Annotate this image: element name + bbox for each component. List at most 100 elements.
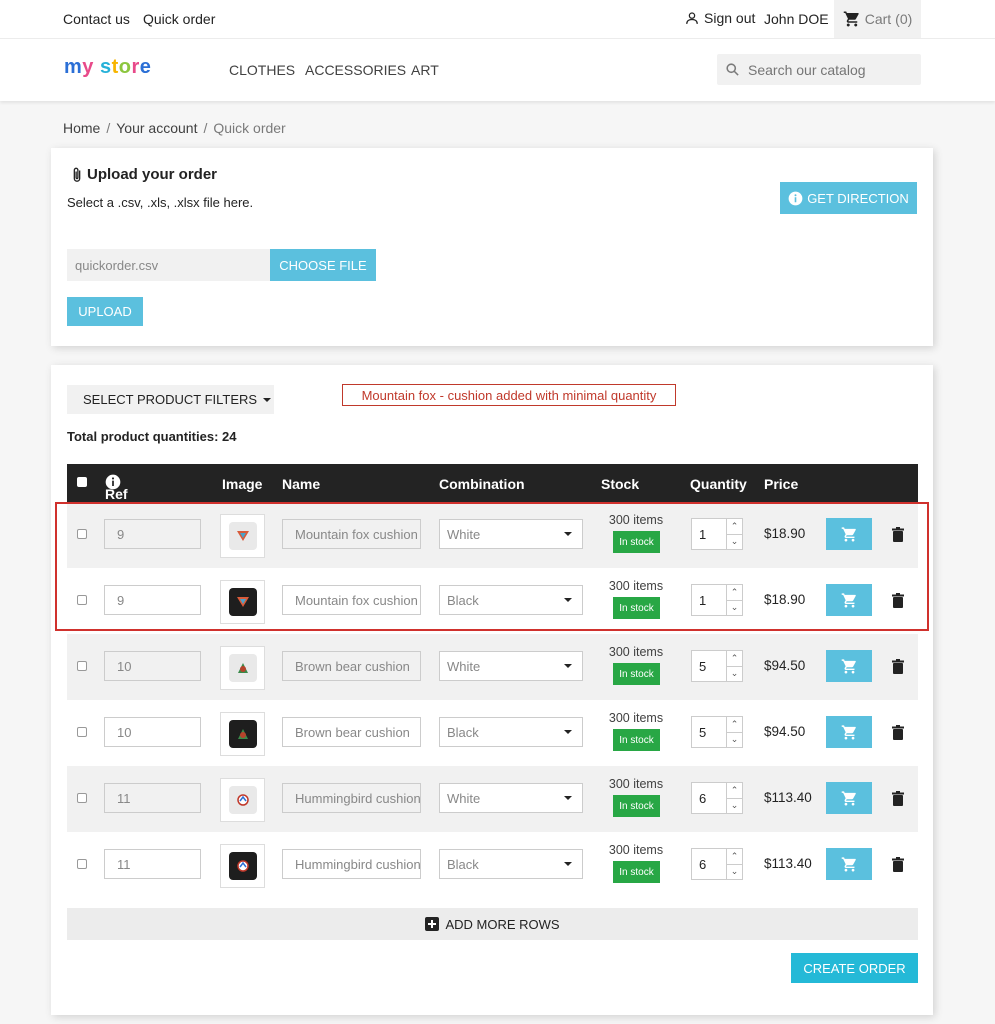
chevron-up-icon[interactable]: ⌃: [727, 651, 742, 667]
upload-button[interactable]: UPLOAD: [67, 297, 143, 326]
get-direction-button[interactable]: GET DIRECTION: [780, 182, 917, 214]
caret-down-icon: [564, 796, 572, 800]
chevron-up-icon[interactable]: ⌃: [727, 783, 742, 799]
ref-input[interactable]: 11: [104, 849, 201, 879]
select-all-checkbox[interactable]: [77, 477, 87, 487]
stock-count: 300 items: [608, 843, 664, 857]
column-combination: Combination: [439, 476, 525, 492]
add-to-cart-button[interactable]: [826, 716, 872, 748]
add-to-cart-button[interactable]: [826, 782, 872, 814]
chevron-down-icon[interactable]: ⌄: [727, 667, 742, 682]
quantity-stepper[interactable]: 6 ⌃ ⌄: [691, 848, 743, 880]
in-stock-badge: In stock: [613, 663, 660, 685]
trash-icon: [892, 658, 904, 674]
column-stock: Stock: [601, 476, 640, 492]
chevron-up-icon[interactable]: ⌃: [727, 849, 742, 865]
chevron-down-icon[interactable]: ⌄: [727, 733, 742, 748]
column-image: Image: [222, 476, 263, 492]
quantity-stepper[interactable]: 5 ⌃ ⌄: [691, 650, 743, 682]
trash-icon: [892, 724, 904, 740]
nav-accessories[interactable]: ACCESSORIES: [305, 62, 406, 78]
combination-select[interactable]: Black: [439, 717, 583, 747]
chevron-up-icon[interactable]: ⌃: [727, 717, 742, 733]
row-checkbox[interactable]: [77, 727, 87, 737]
caret-down-icon: [263, 397, 272, 402]
price: $94.50: [764, 724, 806, 739]
delete-row-button[interactable]: [890, 723, 906, 741]
name-input[interactable]: Brown bear cushion: [282, 651, 421, 681]
quantity-stepper[interactable]: 6 ⌃ ⌄: [691, 782, 743, 814]
combination-select[interactable]: Black: [439, 849, 583, 879]
hummingbird-image: [236, 794, 249, 806]
alert-message: Mountain fox - cushion added with minima…: [342, 384, 676, 406]
quantity-stepper[interactable]: 5 ⌃ ⌄: [691, 716, 743, 748]
sign-out-link[interactable]: Sign out: [685, 10, 755, 26]
product-filters-dropdown[interactable]: SELECT PRODUCT FILTERS: [67, 385, 274, 414]
column-price: Price: [764, 476, 799, 492]
combination-select[interactable]: White: [439, 783, 583, 813]
row-checkbox[interactable]: [77, 661, 87, 671]
cart-plus-icon: [841, 658, 856, 674]
trash-icon: [892, 790, 904, 806]
breadcrumb-home[interactable]: Home: [63, 120, 100, 136]
name-input[interactable]: Hummingbird cushion: [282, 849, 421, 879]
upload-title: Upload your order: [71, 166, 217, 183]
stock-count: 300 items: [608, 777, 664, 791]
column-ref: Ref: [105, 474, 128, 502]
breadcrumb-your-account[interactable]: Your account: [116, 120, 197, 136]
in-stock-badge: In stock: [613, 861, 660, 883]
cart-label: Cart: [864, 11, 892, 27]
price: $113.40: [764, 856, 812, 871]
plus-square-icon: [425, 917, 440, 931]
account-name-link[interactable]: John DOE: [764, 11, 829, 27]
sign-out-label: Sign out: [704, 10, 756, 26]
user-icon: [686, 12, 698, 24]
cart-button[interactable]: Cart (0): [834, 0, 921, 38]
price: $94.50: [764, 658, 806, 673]
nav-art[interactable]: ART: [411, 62, 439, 78]
caret-down-icon: [564, 664, 572, 668]
row-checkbox[interactable]: [77, 859, 87, 869]
delete-row-button[interactable]: [890, 657, 906, 675]
add-more-rows-button[interactable]: ADD MORE ROWS: [67, 908, 918, 940]
ref-input[interactable]: 10: [104, 651, 201, 681]
hummingbird-image: [236, 860, 249, 872]
cart-count: (0): [895, 11, 913, 27]
delete-row-button[interactable]: [890, 789, 906, 807]
ref-input[interactable]: 11: [104, 783, 201, 813]
table-row: 11 Hummingbird cushion Black 300 items I…: [67, 832, 918, 898]
name-input[interactable]: Brown bear cushion: [282, 717, 421, 747]
info-icon: [788, 191, 803, 205]
quick-order-link[interactable]: Quick order: [143, 11, 215, 27]
store-logo[interactable]: my store: [64, 56, 151, 79]
contact-us-link[interactable]: Contact us: [63, 11, 130, 27]
add-to-cart-button[interactable]: [826, 848, 872, 880]
column-name: Name: [282, 476, 321, 492]
highlight-box: [55, 502, 929, 631]
row-checkbox[interactable]: [77, 793, 87, 803]
delete-row-button[interactable]: [890, 855, 906, 873]
catalog-search: [717, 54, 921, 85]
create-order-button[interactable]: CREATE ORDER: [791, 953, 918, 983]
chevron-down-icon[interactable]: ⌄: [727, 865, 742, 880]
cart-plus-icon: [841, 724, 856, 740]
chevron-down-icon[interactable]: ⌄: [727, 799, 742, 814]
product-thumbnail: [220, 712, 265, 756]
add-to-cart-button[interactable]: [826, 650, 872, 682]
paperclip-icon: [73, 167, 81, 182]
shopping-cart-icon: [843, 11, 859, 27]
site-header: my store CLOTHES ACCESSORIES ART: [0, 39, 995, 101]
search-icon[interactable]: [725, 62, 740, 77]
name-input[interactable]: Hummingbird cushion: [282, 783, 421, 813]
breadcrumb: Home / Your account / Quick order: [63, 120, 286, 136]
table-row: 11 Hummingbird cushion White 300 items I…: [67, 766, 918, 832]
caret-down-icon: [564, 862, 572, 866]
top-bar: Contact us Quick order Sign out John DOE…: [0, 0, 995, 39]
combination-select[interactable]: White: [439, 651, 583, 681]
table-row: 10 Brown bear cushion White 300 items In…: [67, 634, 918, 700]
search-input[interactable]: [748, 61, 908, 78]
ref-input[interactable]: 10: [104, 717, 201, 747]
choose-file-button[interactable]: CHOOSE FILE: [270, 249, 376, 281]
nav-clothes[interactable]: CLOTHES: [229, 62, 295, 78]
product-thumbnail: [220, 844, 265, 888]
